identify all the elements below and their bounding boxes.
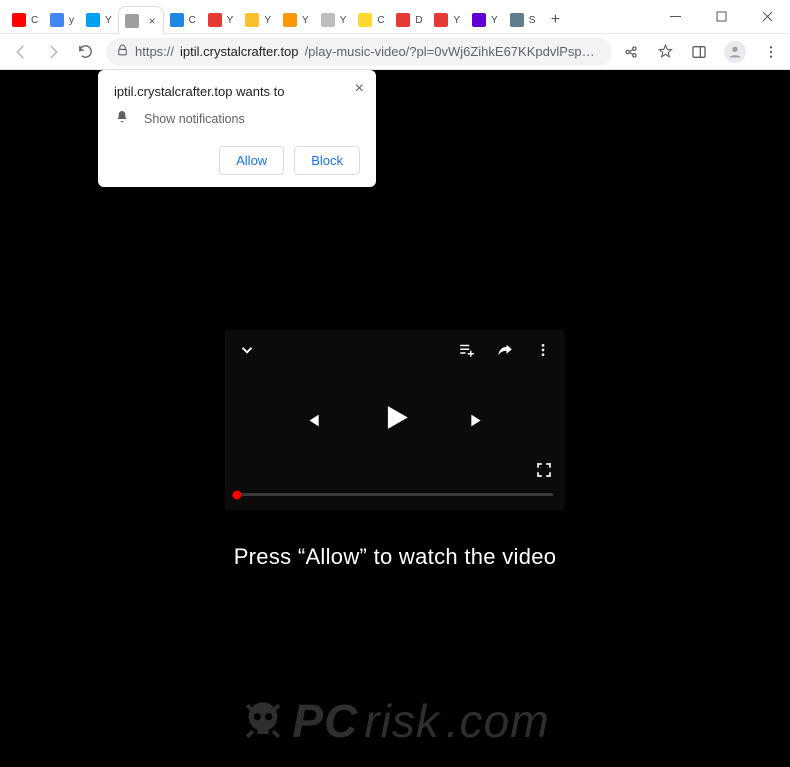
tab-close-icon[interactable]: × — [149, 14, 159, 28]
watermark-prefix: PC — [292, 694, 358, 748]
address-bar[interactable]: https:// iptil.crystalcrafter.top/play-mu… — [106, 38, 612, 66]
tab-favicon — [50, 13, 64, 27]
browser-tab[interactable]: Y — [239, 6, 277, 34]
browser-toolbar: https:// iptil.crystalcrafter.top/play-mu… — [0, 34, 790, 70]
tab-favicon — [321, 13, 335, 27]
url-scheme: https:// — [135, 44, 174, 59]
browser-tab[interactable]: D — [390, 6, 428, 34]
prompt-close-button[interactable]: × — [355, 80, 364, 98]
prompt-origin-text: iptil.crystalcrafter.top wants to — [114, 84, 360, 99]
tab-label: Y — [264, 15, 271, 26]
fullscreen-icon[interactable] — [535, 461, 553, 484]
tab-label: D — [415, 15, 422, 26]
tab-label: S — [529, 15, 536, 26]
browser-tab[interactable]: ht× — [118, 6, 164, 34]
tab-favicon — [510, 13, 524, 27]
tab-label: C — [31, 15, 38, 26]
browser-tab[interactable]: Y — [80, 6, 118, 34]
watermark-tld: .com — [446, 694, 550, 748]
progress-bar[interactable] — [237, 493, 553, 496]
tab-label: Y — [302, 15, 309, 26]
instruction-caption: Press “Allow” to watch the video — [225, 544, 565, 570]
url-host: iptil.crystalcrafter.top — [180, 44, 299, 59]
watermark-suffix: risk — [364, 694, 440, 748]
window-minimize-button[interactable] — [652, 0, 698, 34]
skip-previous-icon[interactable] — [302, 410, 322, 430]
tab-label: Y — [227, 15, 234, 26]
window-close-button[interactable] — [744, 0, 790, 34]
browser-tab[interactable]: C — [6, 6, 44, 34]
tab-favicon — [86, 13, 100, 27]
tab-label: Y — [491, 15, 498, 26]
kebab-menu-icon[interactable] — [762, 43, 780, 61]
playlist-add-icon[interactable] — [457, 340, 477, 360]
block-button[interactable]: Block — [294, 146, 360, 175]
prompt-permission-label: Show notifications — [144, 112, 245, 126]
tab-label: y — [69, 15, 74, 26]
tab-label: Y — [453, 15, 460, 26]
tab-label: Y — [340, 15, 347, 26]
video-player[interactable] — [225, 330, 565, 510]
browser-tab[interactable]: C — [164, 6, 202, 34]
browser-tab[interactable]: Y — [466, 6, 504, 34]
browser-tab[interactable]: y — [44, 6, 80, 34]
browser-tab[interactable]: Y — [277, 6, 315, 34]
bell-icon — [114, 109, 130, 128]
browser-tab[interactable]: C — [352, 6, 390, 34]
new-tab-button[interactable]: + — [541, 6, 569, 34]
chevron-down-icon[interactable] — [237, 340, 257, 360]
tab-favicon — [283, 13, 297, 27]
window-maximize-button[interactable] — [698, 0, 744, 34]
page-content: × iptil.crystalcrafter.top wants to Show… — [0, 70, 790, 767]
video-player-container: Press “Allow” to watch the video — [225, 330, 565, 570]
allow-button[interactable]: Allow — [219, 146, 284, 175]
toolbar-right-icons — [622, 41, 780, 63]
tab-favicon — [472, 13, 486, 27]
tab-favicon — [358, 13, 372, 27]
tab-favicon — [245, 13, 259, 27]
tab-label: Y — [105, 15, 112, 26]
bookmark-star-icon[interactable] — [656, 43, 674, 61]
skull-icon — [240, 698, 286, 744]
browser-tab[interactable]: S — [504, 6, 542, 34]
browser-tab[interactable]: Y — [315, 6, 353, 34]
more-vert-icon[interactable] — [533, 340, 553, 360]
tab-favicon — [12, 13, 26, 27]
lock-icon — [116, 44, 129, 60]
skip-next-icon[interactable] — [468, 410, 488, 430]
share-page-icon[interactable] — [622, 43, 640, 61]
tab-strip: Cy Yht× C Y Y Y Y C D Y Y S + — [0, 0, 569, 34]
play-icon[interactable] — [378, 401, 412, 440]
back-button[interactable] — [10, 41, 32, 63]
tab-favicon — [170, 13, 184, 27]
notification-permission-prompt: × iptil.crystalcrafter.top wants to Show… — [98, 70, 376, 187]
tab-favicon — [125, 14, 139, 28]
browser-tab[interactable]: Y — [428, 6, 466, 34]
tab-favicon — [208, 13, 222, 27]
tab-favicon — [396, 13, 410, 27]
browser-tab[interactable]: Y — [202, 6, 240, 34]
watermark: PCrisk.com — [0, 694, 790, 749]
tab-favicon — [434, 13, 448, 27]
tab-label: C — [189, 15, 196, 26]
reload-button[interactable] — [74, 41, 96, 63]
tab-label: C — [377, 15, 384, 26]
share-arrow-icon[interactable] — [495, 340, 515, 360]
forward-button[interactable] — [42, 41, 64, 63]
progress-thumb[interactable] — [233, 490, 242, 499]
side-panel-icon[interactable] — [690, 43, 708, 61]
profile-avatar[interactable] — [724, 41, 746, 63]
url-path: /play-music-video/?pl=0vWj6ZihkE67KKpdvl… — [305, 44, 602, 59]
